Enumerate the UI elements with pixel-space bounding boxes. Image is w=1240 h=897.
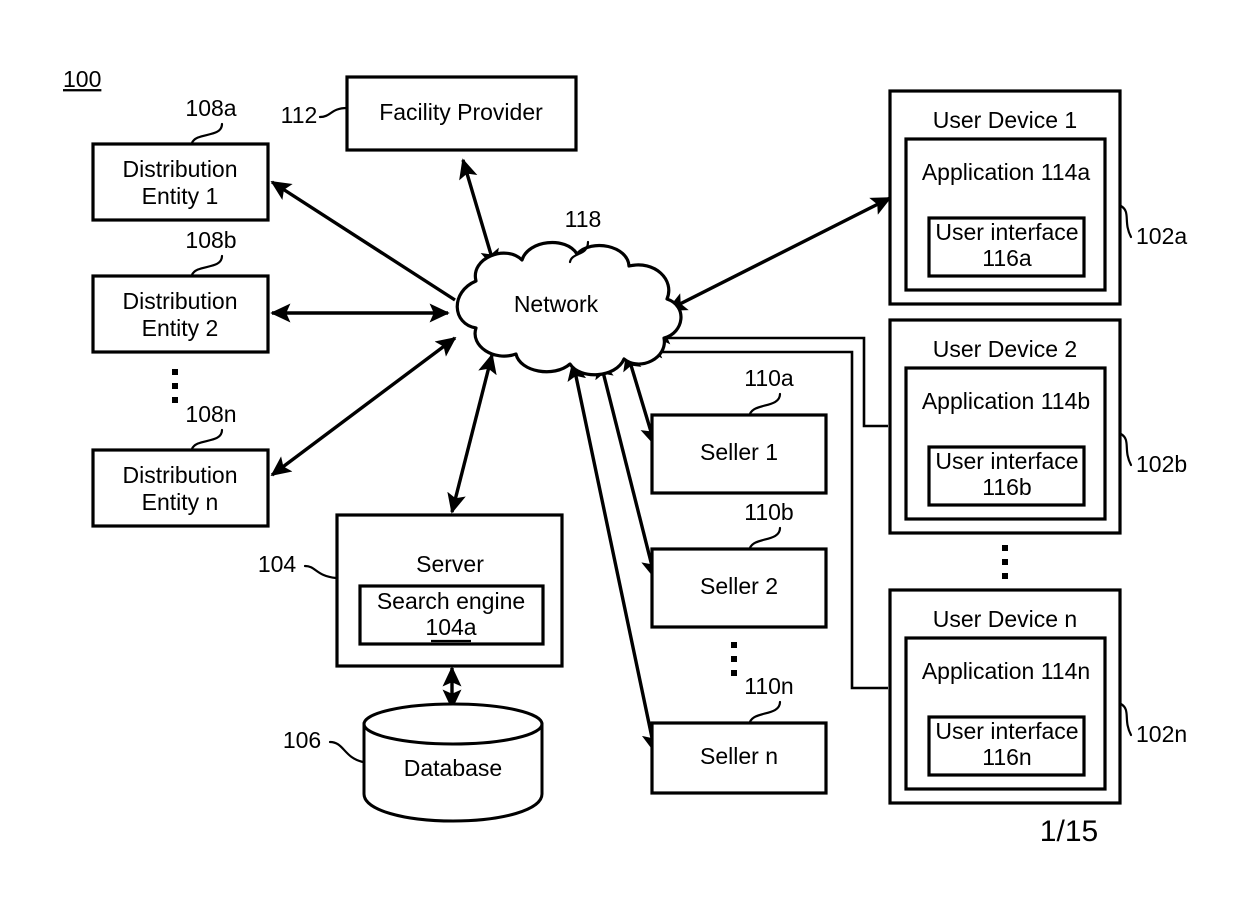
- ref-106: 106: [283, 727, 321, 753]
- leader-102a: [1119, 204, 1133, 239]
- user-interface-116a-line2: 116a: [982, 245, 1032, 271]
- network-label: Network: [514, 291, 599, 317]
- figure-number: 100: [63, 66, 101, 92]
- distribution-entity-n-line2: Entity n: [142, 489, 219, 515]
- server-label: Server: [416, 551, 484, 577]
- user-device-ellipsis: [1002, 545, 1008, 579]
- user-device-n-node: User Device n Application 114n User inte…: [888, 588, 1122, 805]
- ref-108n: 108n: [185, 401, 236, 427]
- ref-102n: 102n: [1136, 721, 1187, 747]
- link-network-distribution-entity-n: [270, 336, 457, 477]
- seller-1-label: Seller 1: [700, 439, 778, 465]
- leader-108a: [190, 122, 224, 145]
- leader-102n: [1119, 702, 1133, 737]
- user-interface-116b-line1: User interface: [935, 448, 1078, 474]
- leader-110b: [748, 526, 782, 550]
- application-114n-label: Application 114n: [922, 658, 1090, 684]
- ref-112: 112: [281, 102, 318, 128]
- distribution-entity-2-line2: Entity 2: [142, 315, 219, 341]
- leader-110n: [748, 700, 782, 724]
- ref-108a: 108a: [185, 95, 236, 121]
- user-interface-116b-line2: 116b: [982, 474, 1031, 500]
- user-interface-116n-line1: User interface: [935, 718, 1078, 744]
- database-label: Database: [404, 755, 502, 781]
- user-device-2-node: User Device 2 Application 114b User inte…: [888, 318, 1122, 535]
- leader-104: [303, 564, 338, 580]
- ref-110a: 110a: [744, 365, 794, 391]
- user-device-1-node: User Device 1 Application 114a User inte…: [888, 89, 1122, 306]
- link-network-distribution-entity-1: [270, 180, 456, 302]
- facility-provider-label: Facility Provider: [379, 99, 543, 125]
- leader-108n: [190, 428, 224, 451]
- ref-108b: 108b: [185, 227, 236, 253]
- link-network-server: [447, 353, 497, 514]
- user-interface-116n-line2: 116n: [982, 744, 1031, 770]
- ref-110b: 110b: [744, 499, 793, 525]
- search-engine-ref-label: 104a: [425, 614, 476, 640]
- link-network-seller-2: [595, 358, 660, 580]
- distribution-entity-1-line1: Distribution: [122, 156, 237, 182]
- leader-108b: [190, 254, 224, 277]
- seller-2-node: Seller 2: [650, 547, 828, 629]
- leader-112: [318, 106, 349, 119]
- database-cylinder-top: [362, 702, 544, 746]
- application-114a-label: Application 114a: [922, 159, 1091, 185]
- user-device-1-title: User Device 1: [933, 107, 1077, 133]
- system-architecture-diagram: Network 118 Facility Provider 112 100 Di…: [63, 66, 1187, 848]
- distribution-entity-1-line2: Entity 1: [142, 183, 219, 209]
- seller-n-node: Seller n: [650, 721, 828, 795]
- distribution-entity-2-node: Distribution Entity 2: [91, 274, 270, 354]
- ref-104: 104: [258, 551, 297, 577]
- user-device-2-title: User Device 2: [933, 336, 1077, 362]
- distribution-entity-n-line1: Distribution: [122, 462, 237, 488]
- ref-110n: 110n: [744, 673, 793, 699]
- patent-figure-page: Network 118 Facility Provider 112 100 Di…: [0, 0, 1240, 897]
- user-interface-116a-line1: User interface: [935, 219, 1078, 245]
- user-device-n-title: User Device n: [933, 606, 1077, 632]
- ref-118: 118: [565, 206, 602, 232]
- search-engine-label: Search engine: [377, 588, 525, 614]
- application-114b-label: Application 114b: [922, 388, 1090, 414]
- leader-110a: [748, 392, 782, 416]
- page-number: 1/15: [1040, 815, 1098, 848]
- seller-1-node: Seller 1: [650, 413, 828, 495]
- seller-n-label: Seller n: [700, 743, 778, 769]
- link-network-user-device-1: [666, 196, 892, 312]
- distribution-entity-ellipsis: [172, 369, 178, 403]
- seller-ellipsis: [731, 642, 737, 676]
- leader-102b: [1119, 432, 1133, 467]
- distribution-entity-1-node: Distribution Entity 1: [91, 142, 270, 222]
- distribution-entity-2-line1: Distribution: [122, 288, 237, 314]
- ref-102b: 102b: [1136, 451, 1187, 477]
- leader-106: [328, 740, 365, 764]
- link-facility-provider-network: [459, 158, 499, 270]
- seller-2-label: Seller 2: [700, 573, 778, 599]
- ref-102a: 102a: [1136, 223, 1187, 249]
- distribution-entity-n-node: Distribution Entity n: [91, 448, 270, 528]
- database-node: Database: [362, 702, 544, 823]
- server-node: Server Search engine 104a: [335, 513, 564, 668]
- facility-provider-node: Facility Provider: [345, 75, 578, 152]
